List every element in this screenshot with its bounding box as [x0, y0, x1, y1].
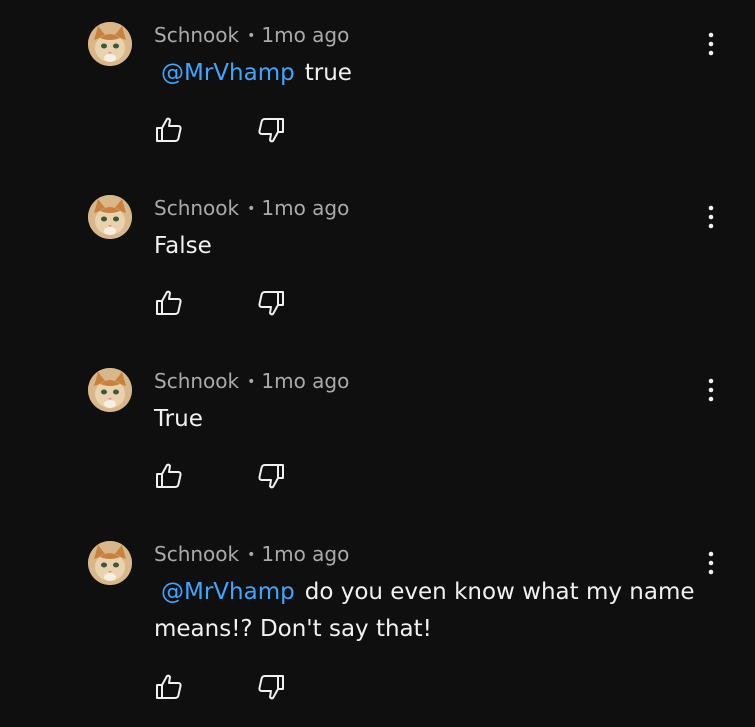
comment-text: @MrVhamp do you even know what my name me…: [154, 574, 714, 648]
thumb-up-icon: [156, 674, 182, 699]
avatar[interactable]: [88, 22, 132, 66]
dislike-button[interactable]: [256, 116, 286, 144]
more-options-button[interactable]: [700, 548, 722, 578]
separator-dot: •: [247, 547, 256, 563]
separator-dot: •: [247, 374, 256, 390]
thumb-down-icon: [258, 291, 284, 316]
timestamp[interactable]: 1mo ago: [261, 542, 349, 566]
author-name[interactable]: Schnook: [154, 542, 239, 566]
timestamp[interactable]: 1mo ago: [261, 23, 349, 47]
separator-dot: •: [247, 201, 256, 217]
author-name[interactable]: Schnook: [154, 196, 239, 220]
thumb-down-icon: [258, 118, 284, 143]
timestamp[interactable]: 1mo ago: [261, 369, 349, 393]
like-button[interactable]: [154, 673, 184, 701]
comment-text: @MrVhamp true: [154, 55, 714, 92]
comment-text: True: [154, 401, 714, 438]
comment-body: False: [154, 233, 212, 259]
like-button[interactable]: [154, 116, 184, 144]
avatar[interactable]: [88, 195, 132, 239]
comment-body: true: [304, 60, 352, 86]
comment-meta: Schnook • 1mo ago: [154, 195, 349, 221]
dislike-button[interactable]: [256, 462, 286, 490]
thumb-up-icon: [156, 290, 182, 315]
thumb-up-icon: [156, 117, 182, 142]
comment-body: True: [154, 406, 203, 432]
more-vertical-icon: [708, 32, 714, 56]
dislike-button[interactable]: [256, 289, 286, 317]
like-button[interactable]: [154, 289, 184, 317]
author-name[interactable]: Schnook: [154, 23, 239, 47]
timestamp[interactable]: 1mo ago: [261, 196, 349, 220]
avatar[interactable]: [88, 368, 132, 412]
separator-dot: •: [247, 28, 256, 44]
thumb-down-icon: [258, 675, 284, 700]
more-options-button[interactable]: [700, 29, 722, 59]
comment-meta: Schnook • 1mo ago: [154, 22, 349, 48]
more-vertical-icon: [708, 378, 714, 402]
author-name[interactable]: Schnook: [154, 369, 239, 393]
more-vertical-icon: [708, 205, 714, 229]
more-options-button[interactable]: [700, 375, 722, 405]
thumb-up-icon: [156, 463, 182, 488]
more-options-button[interactable]: [700, 202, 722, 232]
avatar[interactable]: [88, 541, 132, 585]
comment-text: False: [154, 228, 714, 265]
thumb-down-icon: [258, 464, 284, 489]
more-vertical-icon: [708, 551, 714, 575]
dislike-button[interactable]: [256, 673, 286, 701]
mention-link[interactable]: @MrVhamp: [161, 579, 295, 605]
comment-meta: Schnook • 1mo ago: [154, 541, 349, 567]
mention-link[interactable]: @MrVhamp: [161, 60, 295, 86]
comment-meta: Schnook • 1mo ago: [154, 368, 349, 394]
like-button[interactable]: [154, 462, 184, 490]
